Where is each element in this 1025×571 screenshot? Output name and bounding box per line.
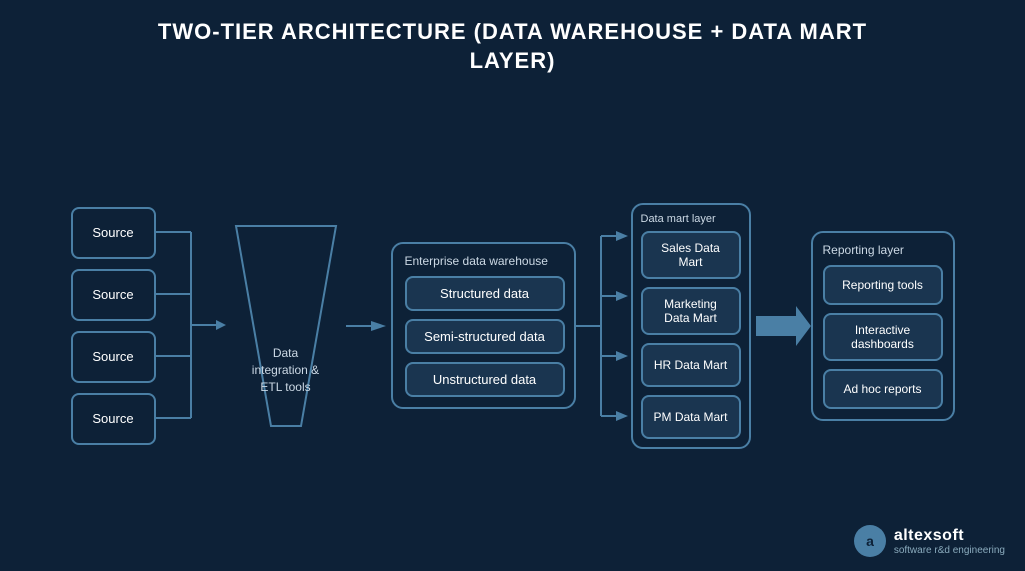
source-box-1: Source (71, 207, 156, 259)
logo-icon: a (854, 525, 886, 557)
svg-text:a: a (866, 533, 874, 549)
reporting-item-2: Ad hoc reports (823, 369, 943, 409)
dw-group-label: Enterprise data warehouse (405, 254, 562, 268)
funnel-svg (226, 206, 346, 446)
etl-funnel: Dataintegration &ETL tools (226, 206, 346, 446)
reporting-item-0: Reporting tools (823, 265, 943, 305)
mart-item-2: HR Data Mart (641, 343, 741, 387)
dw-to-dm-connector (576, 206, 631, 446)
source-box-2: Source (71, 269, 156, 321)
mart-item-3: PM Data Mart (641, 395, 741, 439)
dw-item-0: Structured data (405, 276, 565, 311)
data-mart-layer: Data mart layer Sales Data Mart Marketin… (631, 203, 751, 449)
logo-area: a altexsoft software r&d engineering (854, 525, 1005, 557)
reporting-layer: Reporting layer Reporting tools Interact… (811, 231, 955, 421)
enterprise-dw-group: Enterprise data warehouse Structured dat… (391, 242, 576, 409)
reporting-item-1: Interactive dashboards (823, 313, 943, 361)
dm-to-reporting-arrow (751, 296, 811, 356)
mart-item-1: Marketing Data Mart (641, 287, 741, 335)
mart-item-0: Sales Data Mart (641, 231, 741, 279)
sources-to-etl-connector (156, 206, 226, 446)
etl-to-dw-arrow (346, 311, 391, 341)
main-title: TWO-TIER ARCHITECTURE (DATA WAREHOUSE + … (0, 0, 1025, 85)
etl-label: Dataintegration &ETL tools (252, 345, 319, 395)
reporting-label: Reporting layer (823, 243, 943, 257)
logo-text: altexsoft software r&d engineering (894, 527, 1005, 556)
data-mart-label: Data mart layer (641, 213, 741, 225)
source-column: Source Source Source Source (71, 207, 156, 445)
source-box-4: Source (71, 393, 156, 445)
dw-item-2: Unstructured data (405, 362, 565, 397)
dw-item-1: Semi-structured data (405, 319, 565, 354)
altexsoft-logo-svg: a (859, 530, 881, 552)
source-box-3: Source (71, 331, 156, 383)
